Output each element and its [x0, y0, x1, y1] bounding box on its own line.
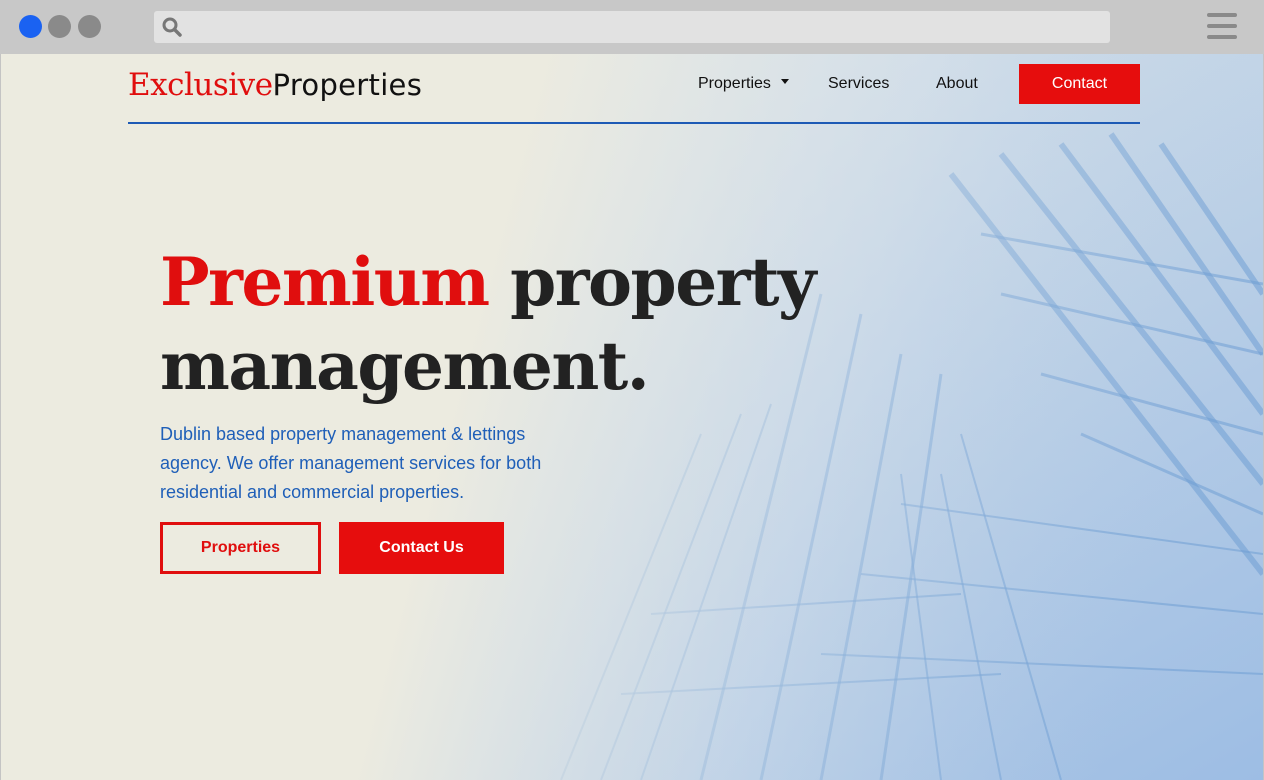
nav-contact-button[interactable]: Contact	[1019, 64, 1140, 104]
caret-down-icon	[780, 79, 789, 85]
browser-toolbar	[0, 0, 1264, 54]
search-icon	[162, 17, 182, 37]
hero-headline-accent: Premium	[160, 243, 490, 321]
window-close-button[interactable]	[19, 15, 42, 38]
hamburger-menu-icon[interactable]	[1207, 13, 1237, 40]
page: ExclusiveProperties Properties Services …	[1, 54, 1263, 780]
window-minimize-button[interactable]	[48, 15, 71, 38]
site-logo[interactable]: ExclusiveProperties	[128, 64, 422, 105]
window-maximize-button[interactable]	[78, 15, 101, 38]
nav-properties-dropdown[interactable]: Properties	[698, 74, 789, 94]
properties-button[interactable]: Properties	[160, 522, 321, 574]
hero-lead-text: Dublin based property management & letti…	[160, 424, 542, 502]
address-bar[interactable]	[154, 11, 1110, 43]
hero-headline: Premium property management.	[160, 240, 920, 408]
logo-exclusive: Exclusive	[128, 67, 273, 103]
nav-about-link[interactable]: About	[936, 74, 978, 94]
nav-divider	[128, 122, 1140, 124]
logo-properties: Properties	[272, 68, 423, 102]
hero-background-image	[1, 54, 1263, 780]
contact-us-button[interactable]: Contact Us	[339, 522, 504, 574]
nav-properties-label: Properties	[698, 75, 771, 92]
nav-services-link[interactable]: Services	[828, 74, 889, 94]
